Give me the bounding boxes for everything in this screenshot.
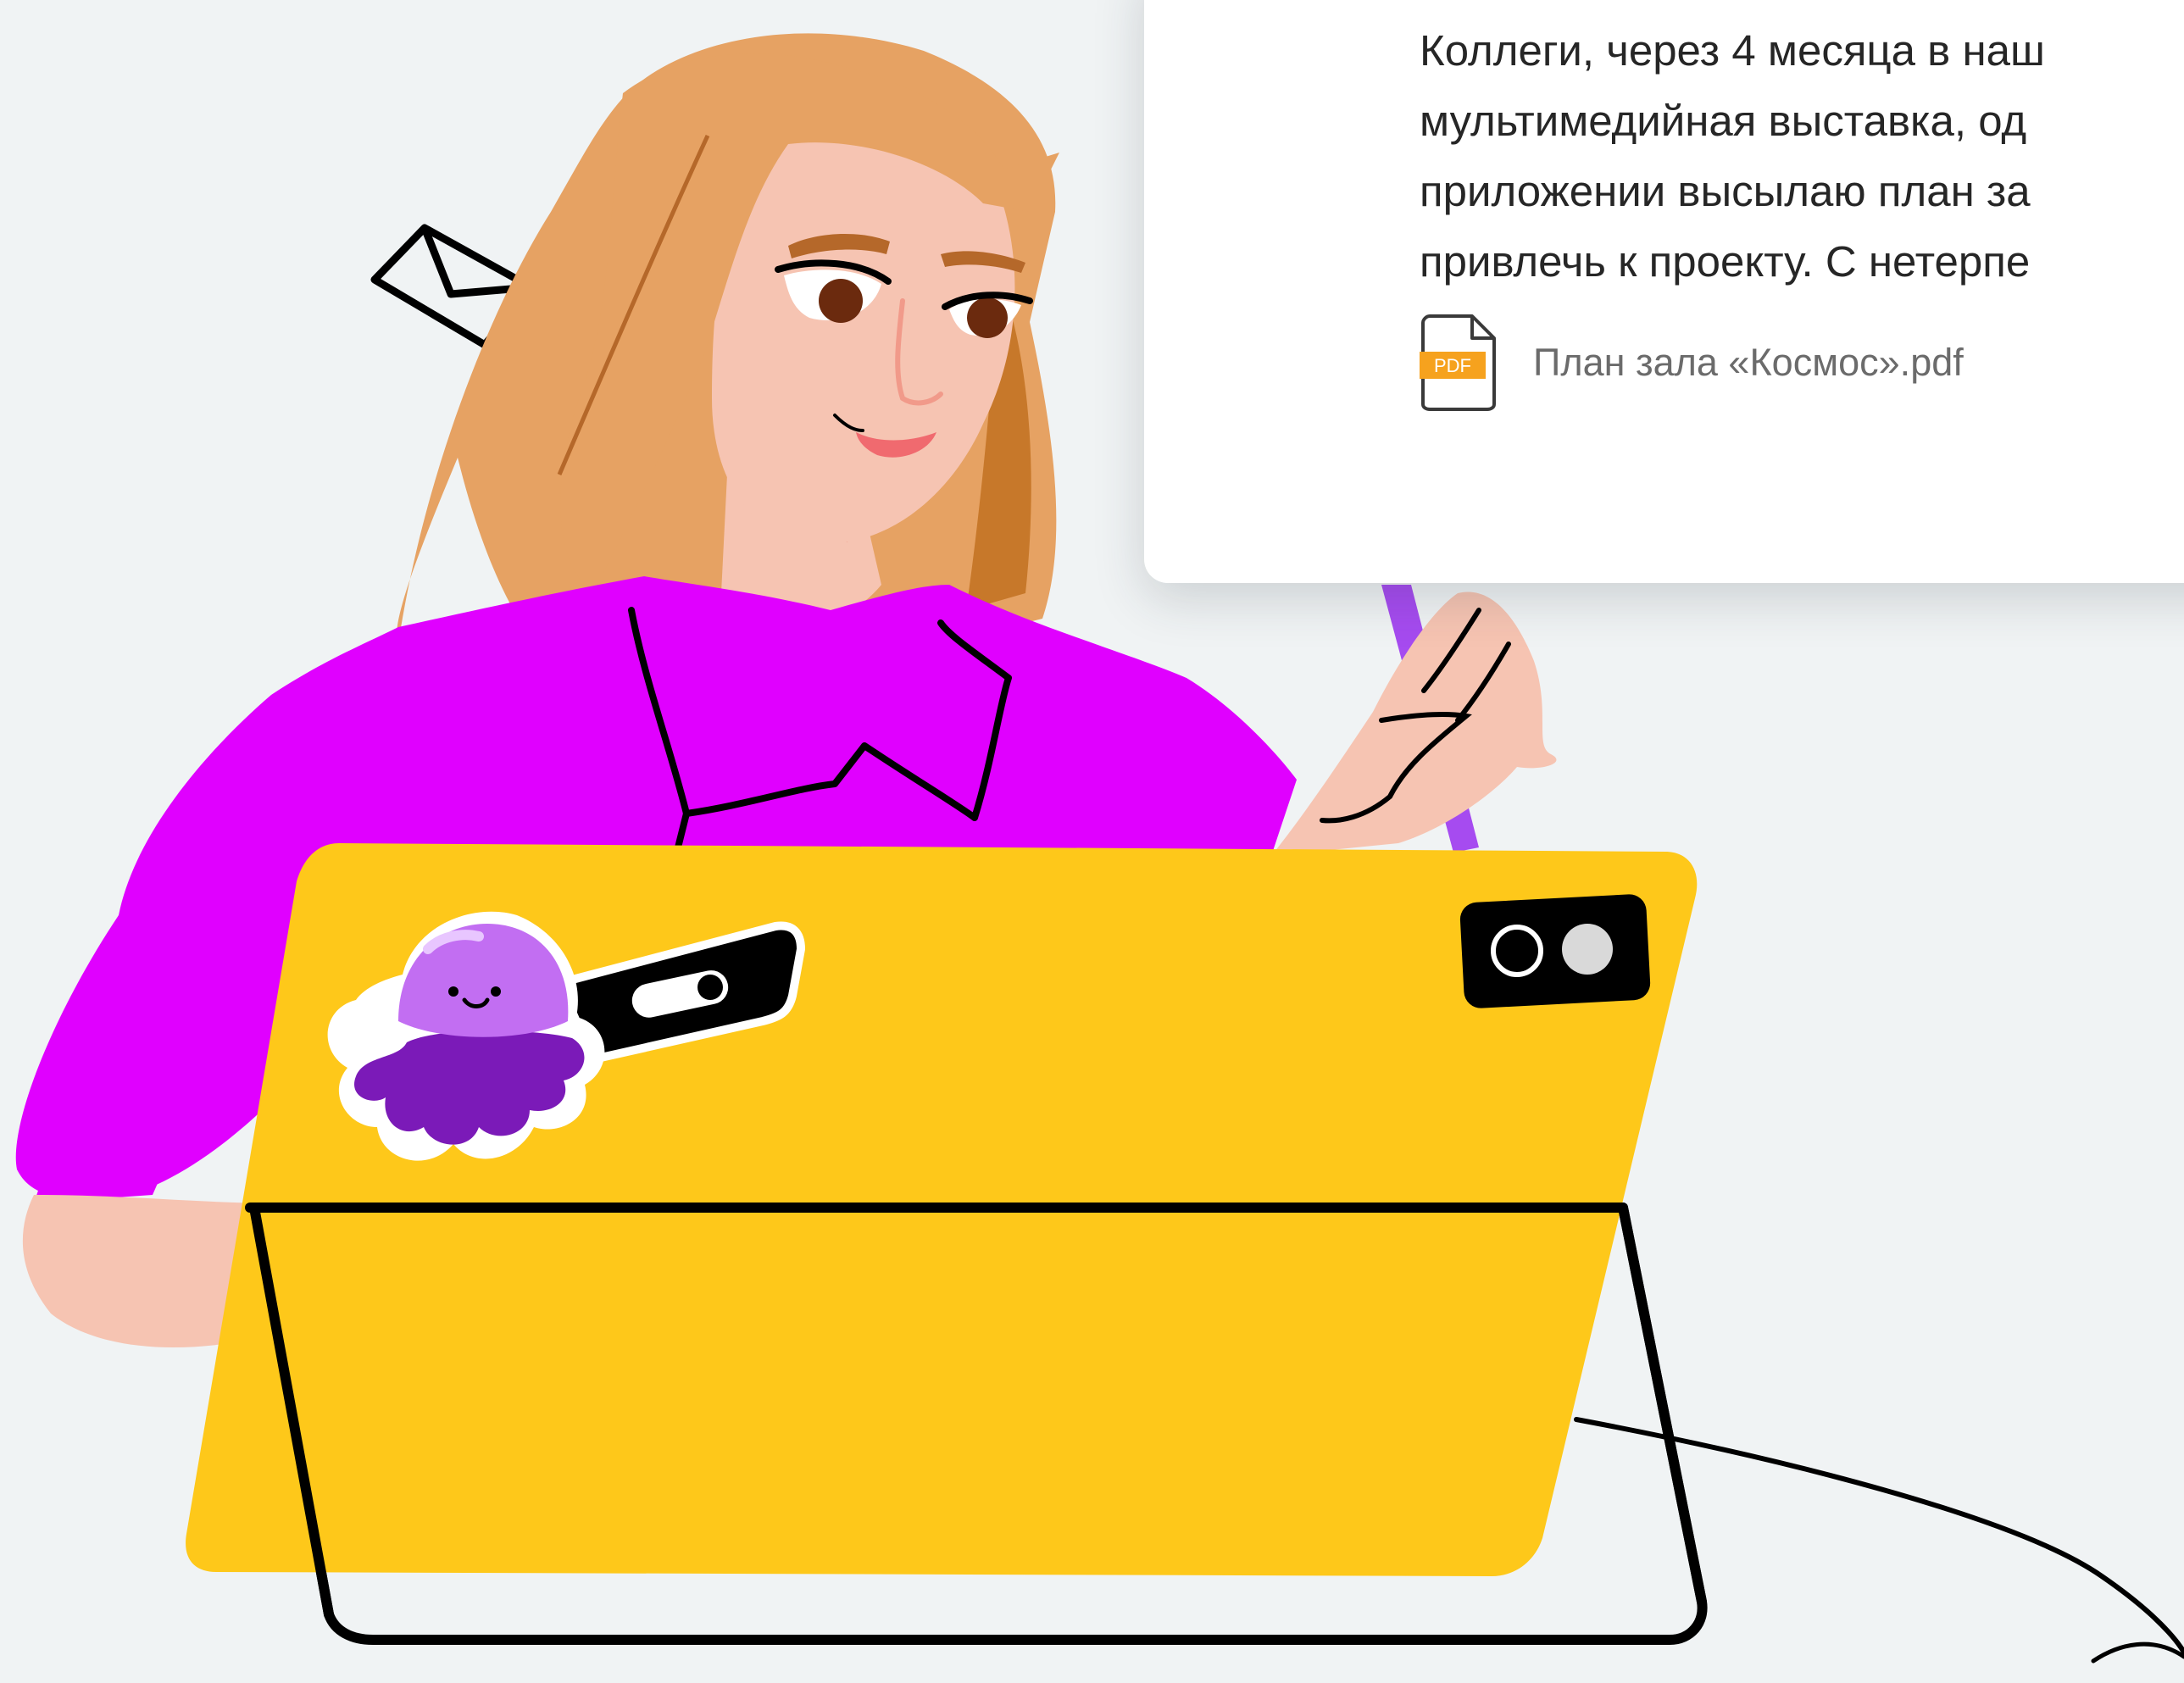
left-pupil bbox=[819, 279, 863, 323]
tablet-cable-loop bbox=[2091, 1641, 2184, 1664]
tablet-stand-right bbox=[1618, 1203, 1707, 1607]
email-message-card: Коллеги, через 4 месяца в наш мультимеди… bbox=[1144, 0, 2184, 583]
attachment-file-name[interactable]: План зала «Космос».pdf bbox=[1533, 341, 1964, 385]
email-body-text: Коллеги, через 4 месяца в наш мультимеди… bbox=[1420, 26, 2045, 286]
camera-lens-2 bbox=[1562, 924, 1613, 975]
pdf-badge-label: PDF bbox=[1434, 355, 1471, 376]
webcam-toggle-knob bbox=[697, 975, 723, 1000]
camera-icon bbox=[1459, 894, 1651, 1008]
right-pupil bbox=[967, 297, 1008, 338]
email-attachment[interactable]: PDF План зала «Космос».pdf bbox=[1420, 312, 1964, 414]
pdf-file-icon: PDF bbox=[1420, 314, 1496, 411]
